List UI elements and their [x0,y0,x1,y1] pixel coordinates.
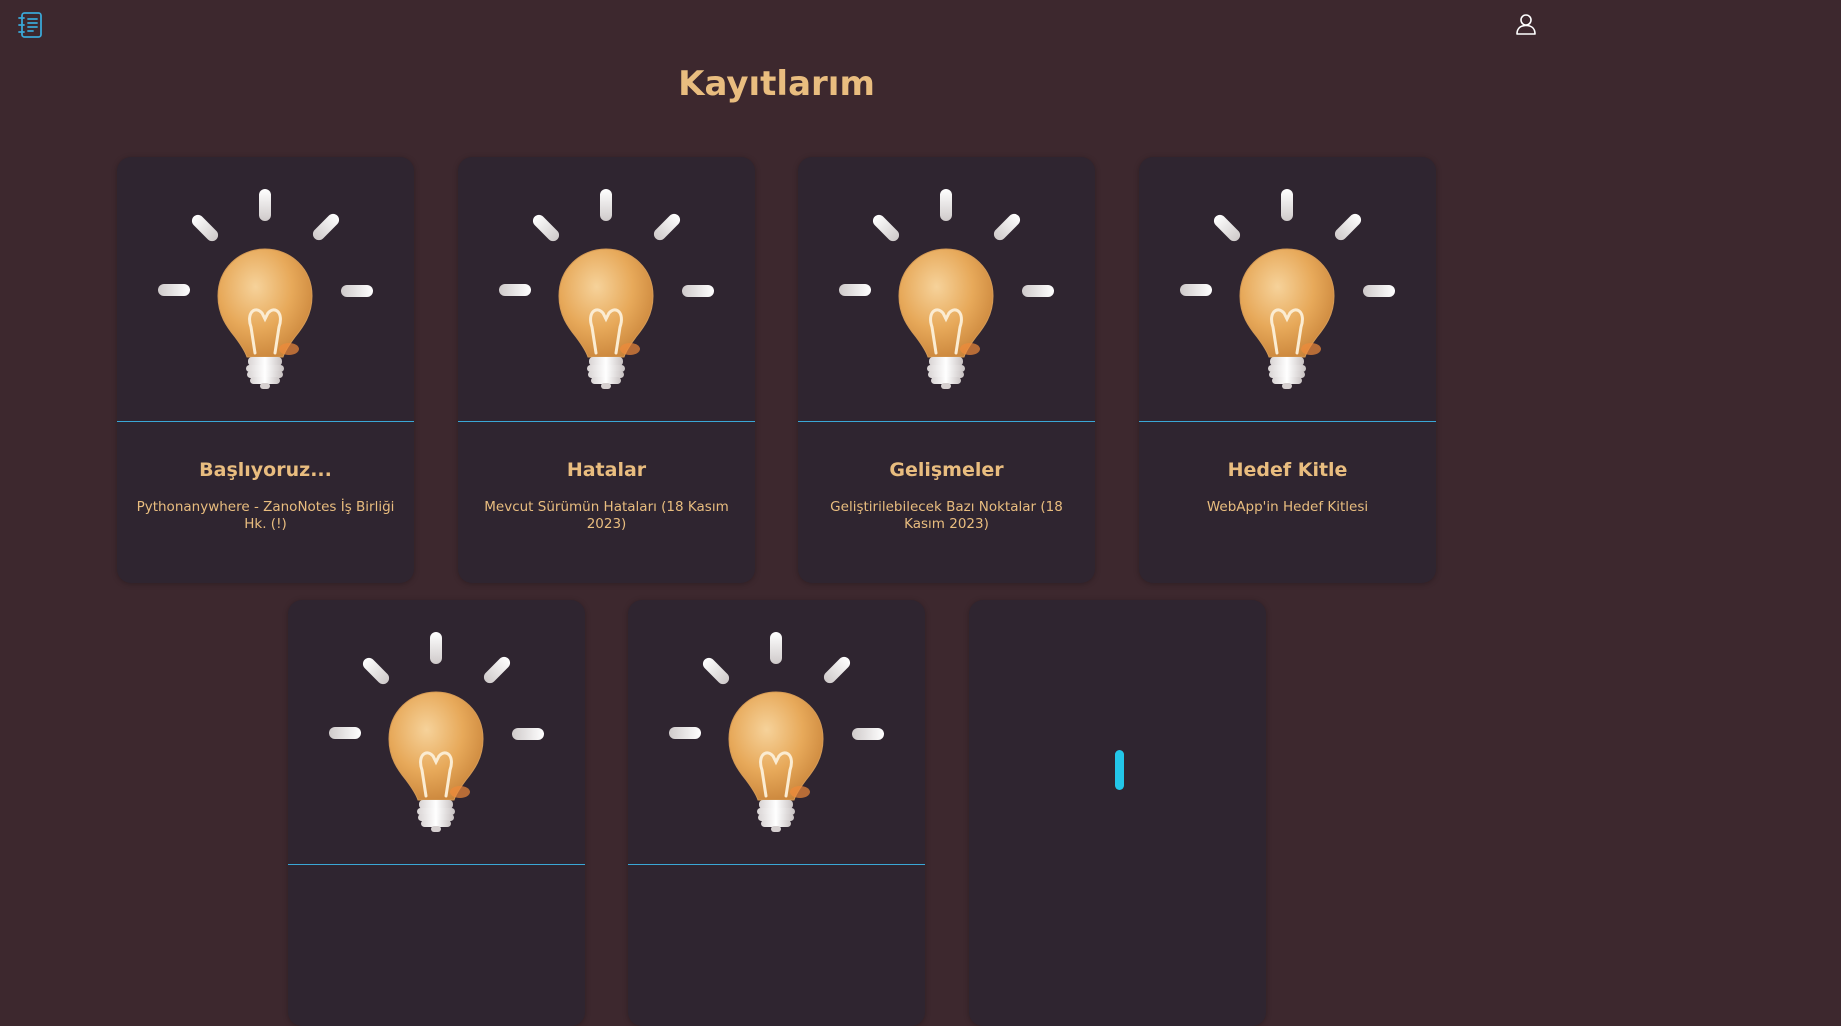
note-card[interactable] [288,600,585,1026]
page-title: Kayıtlarım [678,64,875,104]
card-title: Gelişmeler [889,459,1004,481]
card-divider [1139,421,1436,422]
lightbulb-icon [497,187,716,391]
note-card[interactable]: Hatalar Mevcut Sürümün Hataları (18 Kası… [458,157,755,583]
lightbulb-icon [156,187,375,391]
card-title: Hatalar [566,459,647,481]
note-card[interactable]: Hedef Kitle WebApp'in Hedef Kitlesi [1139,157,1436,583]
card-title: Hedef Kitle [1227,459,1348,481]
note-card[interactable] [969,600,1266,1026]
lightbulb-icon [1178,187,1397,391]
note-card[interactable] [628,600,925,1026]
card-divider [288,864,585,865]
card-subtitle: WebApp'in Hedef Kitlesi [1206,499,1369,515]
card-title: Başlıyoruz... [199,459,332,481]
card-divider [798,421,1095,422]
note-card[interactable]: Gelişmeler Geliştirilebilecek Bazı Nokta… [798,157,1095,583]
card-subtitle: Mevcut Sürümün Hataları (18 Kasım 2023) [484,499,729,532]
card-subtitle: Geliştirilebilecek Bazı Noktalar (18 Kas… [830,499,1063,532]
card-divider [628,864,925,865]
lightbulb-icon [667,630,886,834]
card-divider [117,421,414,422]
lightbulb-icon [327,630,546,834]
note-card[interactable]: Başlıyoruz... Pythonanywhere - ZanoNotes… [117,157,414,583]
notes-list-icon[interactable] [17,11,44,39]
card-subtitle: Pythonanywhere - ZanoNotes İş Birliği Hk… [136,499,395,532]
top-navbar [0,0,1568,50]
lightbulb-icon [837,187,1056,391]
card-divider [458,421,755,422]
user-icon[interactable] [1514,12,1538,36]
loading-spinner-icon [1115,750,1124,790]
